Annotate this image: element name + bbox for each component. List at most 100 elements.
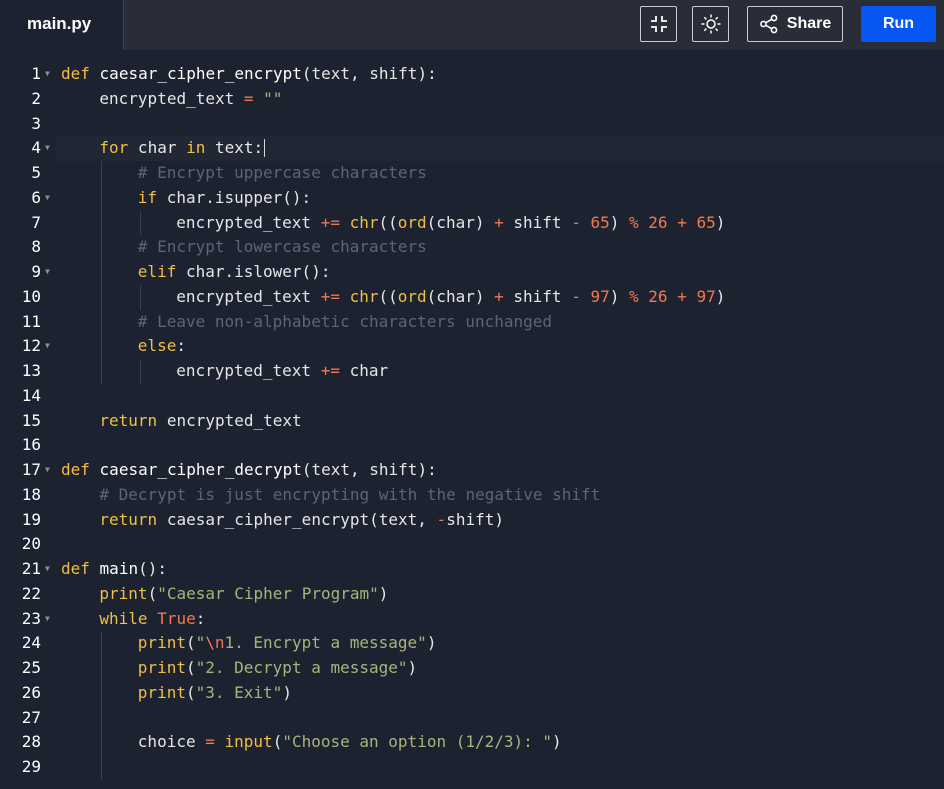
indent-guide (101, 309, 103, 335)
code-text: # Leave non-alphabetic characters unchan… (138, 310, 552, 335)
code-token: ) (407, 658, 418, 677)
fold-arrow-icon[interactable]: ▼ (45, 607, 50, 632)
code-line[interactable]: 15 return encrypted_text (0, 409, 944, 434)
code-text: def main(): (61, 557, 167, 582)
code-line[interactable]: 28 choice = input("Choose an option (1/2/… (0, 730, 944, 755)
code-line[interactable]: 6 ▼ if char.isupper(): (0, 186, 944, 211)
code-line[interactable]: 22 print("Caesar Cipher Program") (0, 582, 944, 607)
code-token: char (128, 138, 187, 158)
code-line[interactable]: 4 ▼ for char in text: (0, 136, 944, 161)
code-line[interactable]: 12 ▼ else: (0, 334, 944, 359)
code-token: " (195, 633, 206, 653)
fold-arrow-icon[interactable]: ▼ (45, 136, 50, 161)
code-line[interactable]: 21 ▼ def main(): (0, 557, 944, 582)
code-token: shift (503, 286, 572, 306)
code-line[interactable]: 3 (0, 112, 944, 137)
code-token: += (320, 286, 340, 306)
code-line[interactable]: 26 print("3. Exit") (0, 681, 944, 706)
theme-sun-icon (701, 14, 720, 34)
code-editor[interactable]: 1 ▼ def caesar_cipher_encrypt(text, shift)… (0, 50, 944, 789)
code-text: else: (138, 334, 186, 359)
code-text: # Encrypt lowercase characters (138, 235, 427, 260)
code-token: ( (185, 658, 196, 677)
code-token: = (205, 732, 215, 752)
fold-arrow-icon[interactable]: ▼ (45, 334, 50, 359)
code-line[interactable]: 9 ▼ elif char.islower(): (0, 260, 944, 285)
code-token: main (99, 559, 139, 578)
code-token: return (99, 410, 158, 430)
code-token: def (61, 460, 90, 479)
code-token: True (157, 608, 196, 628)
code-token: - (571, 212, 581, 232)
line-number: 23 (21, 608, 41, 628)
indent-guide (139, 284, 141, 310)
code-token: chr (349, 212, 379, 232)
code-token: def (61, 559, 90, 578)
code-token: print (137, 633, 186, 653)
line-number: 25 (21, 658, 41, 677)
fold-arrow-icon[interactable]: ▼ (45, 186, 50, 211)
code-token: - (436, 509, 447, 529)
code-token: \n (205, 633, 225, 653)
fold-arrow-icon[interactable]: ▼ (45, 260, 50, 285)
code-token: (char) (426, 212, 495, 232)
line-number: 24 (21, 633, 41, 653)
code-token: + (677, 286, 687, 306)
code-line[interactable]: 20 (0, 532, 944, 557)
code-line[interactable]: 25 print("2. Decrypt a message") (0, 656, 944, 681)
indent-guide (101, 284, 103, 310)
code-line[interactable]: 7 encrypted_text += chr((ord(char) + shif… (0, 211, 944, 236)
code-token: encrypted_text (157, 410, 302, 430)
code-token: in (186, 138, 206, 158)
code-token: ) (715, 286, 726, 306)
code-text: for char in text: (99, 136, 263, 161)
code-token: char (339, 361, 389, 380)
line-number: 5 (31, 163, 41, 182)
file-tab-main-py[interactable]: main.py (0, 0, 123, 50)
code-line[interactable]: 13 encrypted_text += char (0, 359, 944, 384)
code-line[interactable]: 11 # Leave non-alphabetic characters unch… (0, 310, 944, 335)
run-button[interactable]: Run (861, 6, 936, 42)
code-line[interactable]: 1 ▼ def caesar_cipher_encrypt(text, shift)… (0, 62, 944, 87)
code-line[interactable]: 29 (0, 755, 944, 780)
theme-toggle-button[interactable] (692, 6, 729, 42)
share-button[interactable]: Share (747, 6, 843, 42)
code-line[interactable]: 19 return caesar_cipher_encrypt(text, -sh… (0, 508, 944, 533)
code-token: ( (147, 583, 158, 603)
share-icon (759, 14, 778, 34)
text-cursor (263, 139, 265, 158)
code-line[interactable]: 18 # Decrypt is just encrypting with the … (0, 483, 944, 508)
code-token: ) (282, 682, 292, 702)
line-number: 27 (21, 707, 41, 727)
fold-arrow-icon[interactable]: ▼ (45, 557, 50, 582)
fold-arrow-icon[interactable]: ▼ (45, 458, 50, 483)
code-token: caesar_cipher_encrypt (99, 64, 302, 83)
code-token: char.islower(): (176, 262, 331, 281)
code-line[interactable]: 2 encrypted_text = "" (0, 87, 944, 112)
code-text: encrypted_text += char (176, 359, 388, 384)
code-token: (text, shift): (301, 64, 437, 83)
code-line[interactable]: 27 (0, 706, 944, 731)
fold-arrow-icon[interactable]: ▼ (45, 62, 50, 87)
code-token: - (571, 286, 581, 306)
indent-guide (101, 334, 103, 359)
exit-fullscreen-button[interactable] (640, 6, 677, 42)
code-line[interactable]: 24 print("\n1. Encrypt a message") (0, 631, 944, 656)
code-line[interactable]: 10 encrypted_text += chr((ord(char) + shi… (0, 285, 944, 310)
line-number: 2 (31, 88, 41, 108)
code-line[interactable]: 23 ▼ while True: (0, 607, 944, 632)
code-line[interactable]: 8 # Encrypt lowercase characters (0, 235, 944, 260)
code-line[interactable]: 14 (0, 384, 944, 409)
code-line[interactable]: 5 # Encrypt uppercase characters (0, 161, 944, 186)
code-line[interactable]: 16 (0, 433, 944, 458)
code-token: : (195, 608, 206, 628)
code-text: print("2. Decrypt a message") (138, 656, 417, 681)
code-token: for (99, 138, 129, 158)
code-token: caesar_cipher_decrypt (99, 460, 302, 479)
code-token: print (137, 658, 186, 677)
code-line[interactable]: 17 ▼ def caesar_cipher_decrypt(text, shift… (0, 458, 944, 483)
code-token: 97 (590, 286, 610, 306)
